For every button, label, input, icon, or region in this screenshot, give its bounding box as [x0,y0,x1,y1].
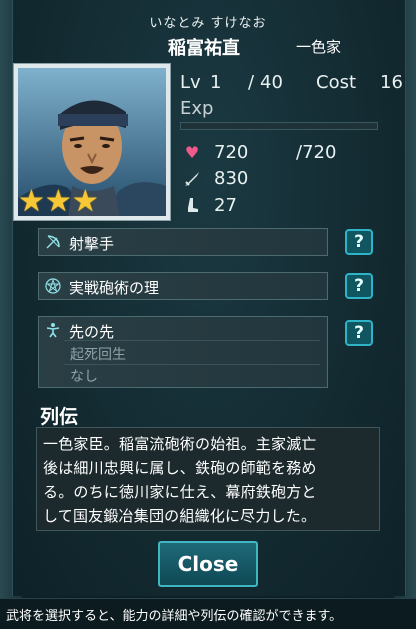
star-icon: ★ [71,184,99,219]
biography-line: 後は細川忠興に属し、鉄砲の師範を務め [43,459,317,477]
exp-label: Exp [180,98,214,119]
skill-sub-label-1: 起死回生 [70,347,126,363]
skill-row-2[interactable]: 実戦砲術の理 [38,272,328,300]
close-button[interactable]: Close [158,541,258,587]
biography-line: して国友鍛冶集団の組織化に尽力した。 [43,507,317,525]
bow-icon [45,234,61,250]
divider [64,364,320,365]
skill-sub-label-2: なし [70,369,98,385]
clan-name: 一色家 [296,38,342,56]
hp-value: 720 [214,142,249,163]
biography-box: 一色家臣。稲富流砲術の始祖。主家滅亡 後は細川忠興に属し、鉄砲の師範を務め る。… [36,427,380,531]
biography-line: る。のちに徳川家に仕え、幕府鉄砲方と [43,483,317,501]
skill-help-button-2[interactable]: ? [345,273,373,299]
skill-label-1: 射撃手 [69,235,115,253]
hp-max: /720 [296,142,337,163]
bow-icon-graphic [46,235,60,249]
cost-label: Cost [316,72,357,93]
skill-row-1[interactable]: 射撃手 [38,228,328,256]
pentagram-icon [45,278,61,294]
sword-icon-graphic [185,172,199,186]
boot-icon-graphic [188,198,198,212]
biography-title: 列伝 [40,406,79,428]
boot-icon [182,196,202,218]
pentagram-icon-graphic [45,278,61,294]
cost-value: 16 [380,72,403,93]
skill-help-button-1[interactable]: ? [345,229,373,255]
rarity-stars: ★ ★ ★ [18,187,99,217]
level-separator: / [248,72,255,93]
level-max: 40 [260,72,283,93]
skill-label-2: 実戦砲術の理 [69,279,160,297]
speed-value: 27 [214,195,237,216]
level-current: 1 [210,72,222,93]
name-reading: いなとみ すけなお [149,16,267,31]
skill-help-button-3[interactable]: ? [345,320,373,346]
sword-icon [182,170,202,192]
heart-icon: ♥ [184,143,200,162]
skill-label-3: 先の先 [69,323,115,341]
general-name: 稲富祐直 [168,38,240,59]
divider [64,340,320,341]
attack-value: 830 [214,168,249,189]
biography-text: 一色家臣。稲富流砲術の始祖。主家滅亡 後は細川忠興に属し、鉄砲の師範を務め る。… [43,432,379,528]
level-label: Lv [180,72,201,93]
star-icon: ★ [18,184,45,219]
biography-line: 一色家臣。稲富流砲術の始祖。主家滅亡 [43,435,317,453]
star-icon: ★ [44,184,72,219]
figure-icon-graphic [46,323,60,338]
footer-hint: 武将を選択すると、能力の詳細や列伝の確認ができます。 [6,609,343,624]
figure-icon [45,322,61,338]
exp-bar [180,122,378,130]
footer-bar: 武将を選択すると、能力の詳細や列伝の確認ができます。 [0,598,416,629]
